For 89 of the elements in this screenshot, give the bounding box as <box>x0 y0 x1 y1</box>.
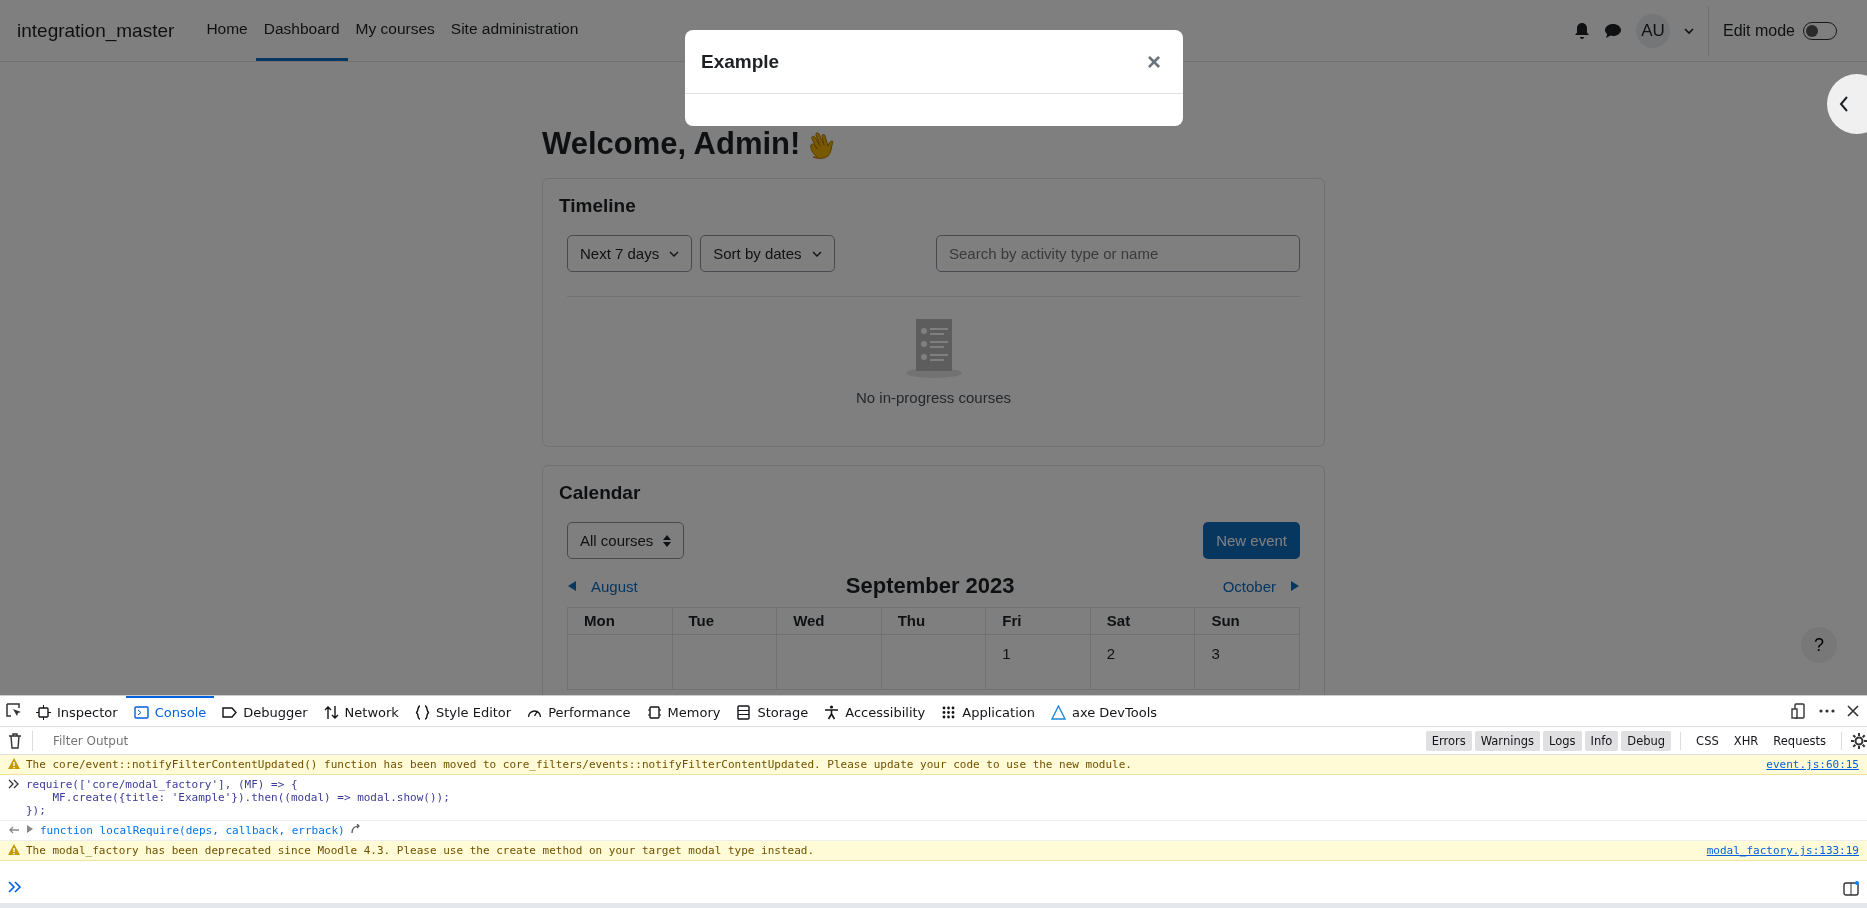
chevron-down-icon[interactable] <box>1683 26 1694 35</box>
sort-arrows-icon <box>663 534 672 547</box>
new-event-button[interactable]: New event <box>1203 522 1300 559</box>
warning-message: The core/event::notifyFilterContentUpdated() function has been moved to core_filters/events::notifyFilterContentUpdated. Please update your code to use the new module. <box>26 758 1132 771</box>
filter-toggle[interactable]: Info <box>1584 730 1619 751</box>
devtools-tab[interactable]: Network <box>315 696 407 726</box>
devtools-tab[interactable]: Inspector <box>28 696 126 726</box>
responsive-icon[interactable] <box>1791 703 1807 719</box>
weekday-header: Thu <box>881 608 987 635</box>
help-button[interactable]: ? <box>1801 627 1837 663</box>
devtools-tab[interactable]: Accessibility <box>816 696 934 726</box>
filter-toggle[interactable]: XHR <box>1727 730 1765 751</box>
source-link[interactable]: modal_factory.js:133:19 <box>1686 844 1859 857</box>
weekday-header: Sat <box>1090 608 1196 635</box>
day-cell[interactable]: 2 <box>1090 635 1196 690</box>
source-link[interactable]: event.js:60:15 <box>1746 758 1859 771</box>
weekday-header: Sun <box>1195 608 1300 635</box>
filter-toggle[interactable]: Logs <box>1542 730 1582 751</box>
filter-toggle[interactable]: Warnings <box>1474 730 1540 751</box>
chip-icon <box>646 704 662 720</box>
devtools-tab[interactable]: Performance <box>519 696 639 726</box>
card-title: Timeline <box>559 195 637 217</box>
filter-toggle[interactable]: Requests <box>1767 730 1832 751</box>
nav-link[interactable]: Home <box>198 0 256 61</box>
nav-link[interactable]: My courses <box>347 0 443 61</box>
nav-link[interactable]: Site administration <box>442 0 587 61</box>
card-title: Calendar <box>559 482 642 504</box>
box-icon <box>36 704 51 720</box>
day-cell[interactable]: 1 <box>986 635 1091 690</box>
course-select[interactable]: All courses <box>567 522 685 559</box>
previous-month-link[interactable]: August <box>567 577 638 595</box>
triangle-icon <box>1050 704 1066 720</box>
code-text: require(['core/modal_factory'], (MF) => { MF.create({title: 'Example'}).then((modal) => modal.show()); }); <box>26 778 450 817</box>
more-icon[interactable] <box>1819 709 1835 713</box>
filter-toggle[interactable]: Errors <box>1425 730 1472 751</box>
nav-link[interactable]: Dashboard <box>255 0 348 61</box>
warning-message: The modal_factory has been deprecated since Moodle 4.3. Please use the create method on your target modal type instead. <box>26 844 815 857</box>
grid-icon <box>941 704 957 720</box>
storage-icon <box>736 704 752 720</box>
arrows-icon <box>323 704 339 720</box>
weekday-header: Wed <box>777 608 882 635</box>
weekday-header: Fri <box>986 608 1091 635</box>
settings-icon[interactable] <box>1851 732 1867 749</box>
day-cell[interactable]: 3 <box>1195 635 1300 690</box>
chevron-down-icon <box>669 249 680 258</box>
weekday-header: Mon <box>568 608 673 635</box>
chevron-down-icon <box>811 249 822 258</box>
weekday-header: Tue <box>672 608 778 635</box>
dropdown-button[interactable]: Sort by dates <box>700 235 835 272</box>
arrow-left-icon <box>8 824 20 836</box>
site-name[interactable]: integration_master <box>17 19 175 42</box>
month-title: September 2023 <box>845 573 1015 599</box>
bell-icon[interactable] <box>1573 21 1590 40</box>
chevrons-right-icon <box>8 778 20 790</box>
warning-icon <box>8 758 20 770</box>
devtools-tab[interactable]: axe DevTools <box>1042 696 1166 726</box>
devtools-tab[interactable]: Memory <box>638 696 729 726</box>
modal-title: Example <box>701 50 780 73</box>
close-button[interactable]: × <box>1141 46 1167 77</box>
tag-icon <box>222 704 238 720</box>
page-heading: Welcome, Admin! <box>542 126 801 162</box>
filter-toggle[interactable]: CSS <box>1690 730 1725 751</box>
person-icon <box>824 704 840 720</box>
empty-state-text: No in-progress courses <box>855 389 1012 406</box>
expand-triangle-icon[interactable] <box>26 824 34 834</box>
console-icon <box>133 704 149 720</box>
devtools-tab[interactable]: Debugger <box>214 696 316 726</box>
triangle-left-icon <box>567 581 577 591</box>
dropdown-button[interactable]: Next 7 days <box>567 235 693 272</box>
result-text: function localRequire(deps, callback, errback) <box>40 824 345 837</box>
chat-icon[interactable] <box>1603 22 1622 39</box>
trash-icon[interactable] <box>8 732 22 749</box>
close-icon[interactable] <box>1847 705 1859 717</box>
next-month-link[interactable]: October <box>1222 577 1300 595</box>
devtools-tab[interactable]: Console <box>125 696 215 726</box>
devtools-tab[interactable]: Application <box>933 696 1043 726</box>
triangle-right-icon <box>1290 581 1300 591</box>
sidebar-toggle-icon[interactable] <box>1843 881 1859 897</box>
chevron-left-icon <box>1839 96 1849 112</box>
prompt-chevrons-icon[interactable] <box>8 881 22 893</box>
avatar[interactable]: AU <box>1635 13 1670 48</box>
filter-toggle[interactable]: Debug <box>1621 730 1672 751</box>
braces-icon <box>414 704 430 720</box>
devtools-tab[interactable]: Storage <box>728 696 817 726</box>
jump-arrow-icon[interactable] <box>350 824 361 834</box>
edit-mode-label: Edit mode <box>1722 21 1795 40</box>
warning-icon <box>8 844 20 856</box>
devtools-tab[interactable]: Style Editor <box>406 696 520 726</box>
search-field[interactable]: Search by activity type or name <box>936 235 1300 272</box>
